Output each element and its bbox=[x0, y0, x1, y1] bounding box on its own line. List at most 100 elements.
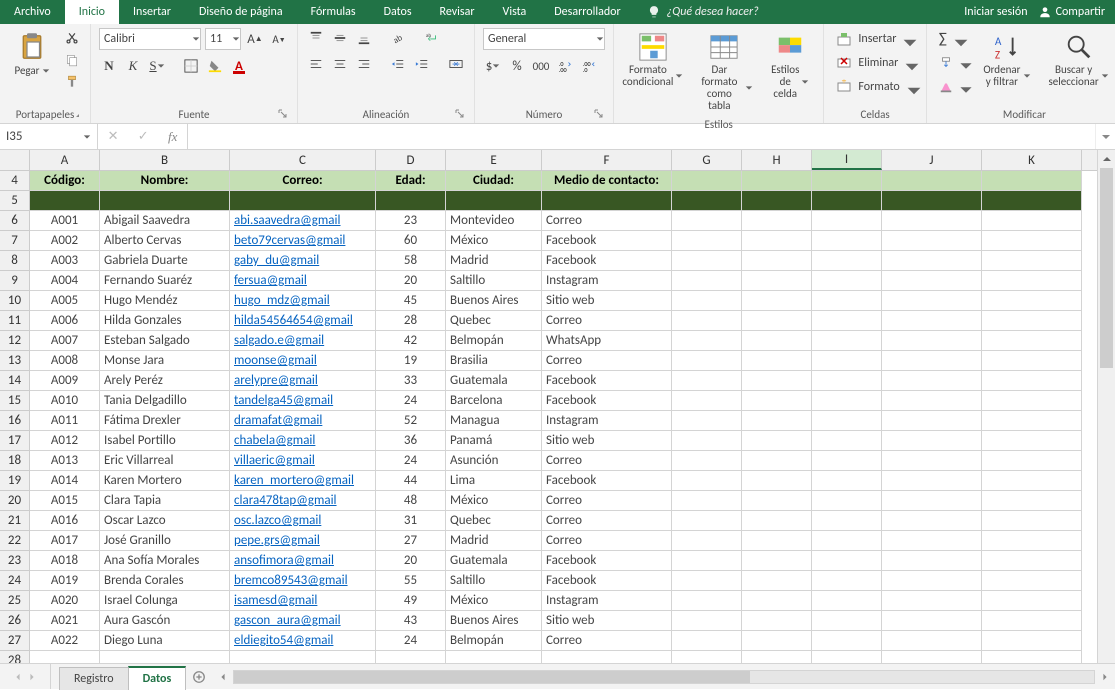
cell-D23[interactable]: 20 bbox=[376, 551, 446, 571]
col-header-J[interactable]: J bbox=[882, 150, 982, 170]
row-header-11[interactable]: 11 bbox=[0, 311, 29, 331]
cell-C9[interactable]: fersua@gmail bbox=[230, 271, 376, 291]
row-header-15[interactable]: 15 bbox=[0, 391, 29, 411]
cell-A20[interactable]: A015 bbox=[30, 491, 100, 511]
cell-E14[interactable]: Guatemala bbox=[446, 371, 542, 391]
cell-H15[interactable] bbox=[742, 391, 812, 411]
col-header-K[interactable]: K bbox=[982, 150, 1082, 170]
row-header-4[interactable]: 4 bbox=[0, 171, 29, 191]
cell-I27[interactable] bbox=[812, 631, 882, 651]
cell-D21[interactable]: 31 bbox=[376, 511, 446, 531]
insert-function-button[interactable]: fx bbox=[168, 129, 177, 145]
cell-D12[interactable]: 42 bbox=[376, 331, 446, 351]
align-left-button[interactable] bbox=[306, 54, 326, 74]
cell-B14[interactable]: Arely Peréz bbox=[100, 371, 230, 391]
share-button[interactable]: Compartir bbox=[1038, 5, 1105, 19]
tab-insertar[interactable]: Insertar bbox=[119, 0, 185, 24]
cell-C8[interactable]: gaby_du@gmail bbox=[230, 251, 376, 271]
cell-J10[interactable] bbox=[882, 291, 982, 311]
cell-E21[interactable]: Quebec bbox=[446, 511, 542, 531]
clipboard-launcher[interactable] bbox=[70, 108, 82, 120]
clear-button[interactable] bbox=[935, 76, 971, 98]
cell-K24[interactable] bbox=[982, 571, 1082, 591]
cell-H11[interactable] bbox=[742, 311, 812, 331]
cell-B7[interactable]: Alberto Cervas bbox=[100, 231, 230, 251]
cell-H14[interactable] bbox=[742, 371, 812, 391]
cell-A25[interactable]: A020 bbox=[30, 591, 100, 611]
cell-A19[interactable]: A014 bbox=[30, 471, 100, 491]
cell-D11[interactable]: 28 bbox=[376, 311, 446, 331]
cell-H21[interactable] bbox=[742, 511, 812, 531]
cell-G14[interactable] bbox=[672, 371, 742, 391]
cell-E24[interactable]: Saltillo bbox=[446, 571, 542, 591]
cell-H4[interactable] bbox=[742, 171, 812, 191]
cell-I6[interactable] bbox=[812, 211, 882, 231]
row-header-26[interactable]: 26 bbox=[0, 611, 29, 631]
cell-A12[interactable]: A007 bbox=[30, 331, 100, 351]
col-header-C[interactable]: C bbox=[230, 150, 376, 170]
cell-K15[interactable] bbox=[982, 391, 1082, 411]
expand-formula-bar[interactable] bbox=[1095, 124, 1115, 149]
cell-J17[interactable] bbox=[882, 431, 982, 451]
cell-H27[interactable] bbox=[742, 631, 812, 651]
cell-K10[interactable] bbox=[982, 291, 1082, 311]
col-header-F[interactable]: F bbox=[542, 150, 672, 170]
cell-B15[interactable]: Tania Delgadillo bbox=[100, 391, 230, 411]
paste-button[interactable]: Pegar bbox=[8, 28, 56, 81]
cell-F11[interactable]: Correo bbox=[542, 311, 672, 331]
cell-H20[interactable] bbox=[742, 491, 812, 511]
cell-I25[interactable] bbox=[812, 591, 882, 611]
cell-B27[interactable]: Diego Luna bbox=[100, 631, 230, 651]
col-header-G[interactable]: G bbox=[672, 150, 742, 170]
cell-J6[interactable] bbox=[882, 211, 982, 231]
cell-D22[interactable]: 27 bbox=[376, 531, 446, 551]
cell-I13[interactable] bbox=[812, 351, 882, 371]
tab-desarrollador[interactable]: Desarrollador bbox=[540, 0, 634, 24]
cell-G8[interactable] bbox=[672, 251, 742, 271]
cell-E23[interactable]: Guatemala bbox=[446, 551, 542, 571]
cell-A24[interactable]: A019 bbox=[30, 571, 100, 591]
cell-K4[interactable] bbox=[982, 171, 1082, 191]
cell-D20[interactable]: 48 bbox=[376, 491, 446, 511]
cell-K17[interactable] bbox=[982, 431, 1082, 451]
cell-A18[interactable]: A013 bbox=[30, 451, 100, 471]
cell-B20[interactable]: Clara Tapia bbox=[100, 491, 230, 511]
cell-K16[interactable] bbox=[982, 411, 1082, 431]
italic-button[interactable]: K bbox=[123, 56, 143, 76]
font-color-button[interactable]: A bbox=[229, 56, 249, 76]
cell-B13[interactable]: Monse Jara bbox=[100, 351, 230, 371]
cell-C14[interactable]: arelypre@gmail bbox=[230, 371, 376, 391]
cell-E20[interactable]: México bbox=[446, 491, 542, 511]
wrap-text-button[interactable]: ab bbox=[422, 28, 442, 48]
cell-F23[interactable]: Facebook bbox=[542, 551, 672, 571]
cell-K14[interactable] bbox=[982, 371, 1082, 391]
cell-C5[interactable] bbox=[230, 191, 376, 211]
sheet-nav[interactable] bbox=[0, 664, 50, 689]
cell-C4[interactable]: Correo: bbox=[230, 171, 376, 191]
cell-B4[interactable]: Nombre: bbox=[100, 171, 230, 191]
cell-K19[interactable] bbox=[982, 471, 1082, 491]
alignment-launcher[interactable] bbox=[454, 108, 466, 120]
cell-E9[interactable]: Saltillo bbox=[446, 271, 542, 291]
add-sheet-button[interactable] bbox=[185, 664, 213, 689]
tab-datos[interactable]: Datos bbox=[370, 0, 426, 24]
underline-button[interactable]: S bbox=[147, 56, 167, 76]
cell-I18[interactable] bbox=[812, 451, 882, 471]
decrease-decimal-button[interactable]: .00.0 bbox=[579, 56, 599, 76]
cell-H8[interactable] bbox=[742, 251, 812, 271]
row-header-19[interactable]: 19 bbox=[0, 471, 29, 491]
cells-area[interactable]: Código:Nombre:Correo:Edad:Ciudad:Medio d… bbox=[30, 171, 1097, 678]
autosum-button[interactable]: ∑ bbox=[935, 28, 971, 50]
cell-H7[interactable] bbox=[742, 231, 812, 251]
cell-K6[interactable] bbox=[982, 211, 1082, 231]
cell-J26[interactable] bbox=[882, 611, 982, 631]
cell-B25[interactable]: Israel Colunga bbox=[100, 591, 230, 611]
cell-D5[interactable] bbox=[376, 191, 446, 211]
row-header-14[interactable]: 14 bbox=[0, 371, 29, 391]
bold-button[interactable]: N bbox=[99, 56, 119, 76]
cell-D17[interactable]: 36 bbox=[376, 431, 446, 451]
cell-I14[interactable] bbox=[812, 371, 882, 391]
cell-I19[interactable] bbox=[812, 471, 882, 491]
cell-K22[interactable] bbox=[982, 531, 1082, 551]
cell-F5[interactable] bbox=[542, 191, 672, 211]
